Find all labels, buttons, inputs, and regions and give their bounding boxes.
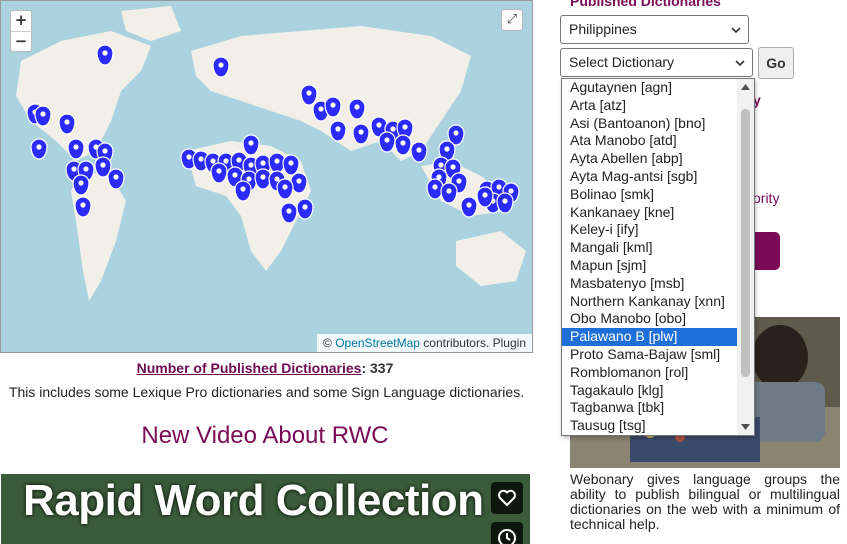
dictionary-option[interactable]: Proto Sama-Bajaw [sml] xyxy=(562,346,739,364)
dictionary-option[interactable]: Obo Manobo [obo] xyxy=(562,310,739,328)
dictionary-option[interactable]: Masbatenyo [msb] xyxy=(562,275,739,293)
dictionary-option[interactable]: Ayta Abellen [abp] xyxy=(562,150,739,168)
country-select[interactable]: Philippines xyxy=(560,15,749,44)
dictionary-option[interactable]: Tagakaulo [klg] xyxy=(562,382,739,400)
dictionary-option[interactable]: Ata Manobo [atd] xyxy=(562,132,739,150)
fullscreen-icon[interactable]: ⤢ xyxy=(501,9,523,31)
scroll-down-arrow-icon[interactable] xyxy=(741,424,750,430)
dictionary-select-value: Select Dictionary xyxy=(569,54,675,70)
dictionary-option[interactable]: Tagbanwa [tbk] xyxy=(562,399,739,417)
dictionary-dropdown-list[interactable]: Agutaynen [agn] Arta [atz] Asi (Bantoanon)… xyxy=(561,78,755,436)
scroll-up-arrow-icon[interactable] xyxy=(741,84,750,90)
dictionary-option[interactable]: Asi (Bantoanon) [bno] xyxy=(562,115,739,133)
dictionary-option[interactable]: Kankanaey [kne] xyxy=(562,204,739,222)
published-dictionaries-link[interactable]: Number of Published Dictionaries xyxy=(137,360,362,376)
partial-text-authority: ority xyxy=(753,190,780,206)
dictionary-option[interactable]: Bolinao [smk] xyxy=(562,186,739,204)
dropdown-scrollbar[interactable] xyxy=(737,79,754,435)
country-select-value: Philippines xyxy=(569,21,637,37)
map-attribution: © OpenStreetMap contributors. Plugin xyxy=(317,334,532,352)
chevron-down-icon xyxy=(735,60,745,67)
like-button[interactable] xyxy=(491,482,523,514)
published-dictionaries-heading: Published Dictionaries xyxy=(570,0,721,9)
dictionary-option[interactable]: Northern Kankanay [xnn] xyxy=(562,293,739,311)
heart-icon xyxy=(498,489,516,507)
video-heading: New Video About RWC xyxy=(141,422,389,449)
map-land-layer xyxy=(16,6,526,301)
dictionary-option[interactable]: Tausug [tsg] xyxy=(562,417,739,435)
chevron-down-icon xyxy=(731,27,741,34)
copyright-symbol: © xyxy=(323,336,332,350)
go-button[interactable]: Go xyxy=(758,47,794,79)
video-title: Rapid Word Collection xyxy=(23,476,484,525)
dictionary-option[interactable]: Mangali [kml] xyxy=(562,239,739,257)
dictionary-option[interactable]: Keley-i [ify] xyxy=(562,221,739,239)
clock-icon xyxy=(498,529,516,544)
zoom-in-button[interactable]: + xyxy=(11,11,31,31)
includes-note: This includes some Lexique Pro dictionar… xyxy=(8,384,525,400)
zoom-control: + − xyxy=(10,10,32,52)
video-player[interactable]: Rapid Word Collection xyxy=(1,474,530,544)
dictionary-count: Number of Published Dictionaries: 337 xyxy=(0,360,530,376)
count-separator: : xyxy=(361,360,367,376)
dictionary-options: Agutaynen [agn] Arta [atz] Asi (Bantoanon)… xyxy=(562,79,739,435)
dictionary-option[interactable]: Ayta Mag-antsi [sgb] xyxy=(562,168,739,186)
scroll-thumb[interactable] xyxy=(741,109,750,377)
dictionary-option[interactable]: Arta [atz] xyxy=(562,97,739,115)
dictionary-option[interactable]: Mapun [sjm] xyxy=(562,257,739,275)
openstreetmap-link[interactable]: OpenStreetMap xyxy=(335,336,420,350)
count-value: 337 xyxy=(370,360,394,376)
world-map[interactable]: + − ⤢ © OpenStreetMap contributors. Plug… xyxy=(0,0,533,353)
dictionary-option[interactable]: Palawano B [plw] xyxy=(562,328,739,346)
zoom-out-button[interactable]: − xyxy=(11,31,31,51)
dictionary-select[interactable]: Select Dictionary xyxy=(560,48,753,77)
attribution-text: contributors. Plugin xyxy=(423,336,526,350)
watch-later-button[interactable] xyxy=(491,522,523,544)
dictionary-option[interactable]: Romblomanon [rol] xyxy=(562,364,739,382)
dictionary-option[interactable]: Agutaynen [agn] xyxy=(562,79,739,97)
webonary-description: Webonary gives language groups the abili… xyxy=(570,471,840,532)
